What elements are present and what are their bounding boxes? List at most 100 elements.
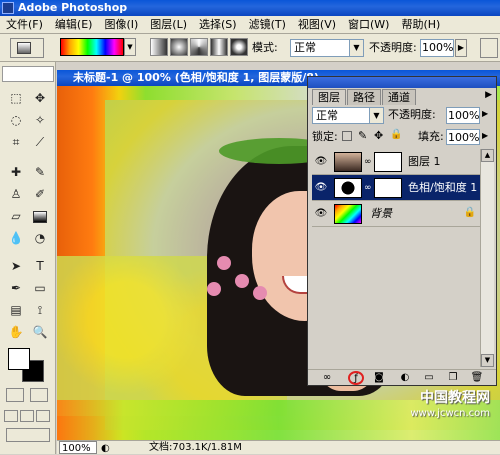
gradient-tool-icon — [17, 42, 31, 54]
eye-icon[interactable]: 👁 — [314, 155, 328, 169]
eraser-tool-icon[interactable]: ▱ — [5, 206, 27, 226]
fill-slider-arrow-icon[interactable]: ▶ — [482, 131, 488, 140]
type-tool-icon[interactable]: T — [29, 256, 51, 276]
eyedropper-tool-icon[interactable]: ⟟ — [29, 300, 51, 320]
layer-style-icon[interactable]: ƒ — [348, 371, 364, 385]
lock-position-icon[interactable]: ✥ — [374, 129, 383, 142]
opacity-slider-arrow-icon[interactable]: ▶ — [482, 109, 488, 118]
tab-layers[interactable]: 图层 — [312, 89, 346, 105]
fill-input[interactable]: 100% — [446, 129, 480, 145]
scroll-up-icon[interactable]: ▲ — [481, 149, 494, 162]
foreground-color-swatch[interactable] — [8, 348, 30, 370]
layer-row-layer1[interactable]: 👁 ∞ 图层 1 — [312, 149, 480, 175]
panel-menu-icon[interactable]: ▶ — [485, 90, 492, 100]
notes-tool-icon[interactable]: ▤ — [5, 300, 27, 320]
opacity-input[interactable]: 100% — [420, 39, 454, 57]
brush-tool-icon[interactable]: ✎ — [29, 162, 51, 182]
angle-gradient-button[interactable] — [190, 38, 208, 56]
diamond-gradient-button[interactable] — [230, 38, 248, 56]
rectangle-tool-icon[interactable]: ▭ — [29, 278, 51, 298]
linear-gradient-button[interactable] — [150, 38, 168, 56]
gradient-tool-icon[interactable] — [29, 206, 51, 226]
blossom — [253, 286, 267, 300]
trash-icon[interactable]: 🗑 — [470, 372, 484, 384]
scroll-down-icon[interactable]: ▼ — [481, 354, 494, 367]
quick-mask-mode-button[interactable] — [30, 388, 48, 402]
dodge-tool-icon[interactable]: ◔ — [29, 228, 51, 248]
layer-opacity-label: 不透明度: — [388, 108, 436, 121]
new-adjustment-layer-icon[interactable]: ◐ — [398, 372, 412, 384]
reverse-checkbox[interactable] — [480, 38, 498, 58]
layer-row-background[interactable]: 👁 背景 🔒 — [312, 201, 480, 227]
layer-name: 图层 1 — [408, 155, 441, 168]
menu-filter[interactable]: 滤镜(T) — [243, 16, 292, 33]
new-group-icon[interactable]: ▭ — [422, 372, 436, 384]
eye-icon[interactable]: 👁 — [314, 181, 328, 195]
menu-layer[interactable]: 图层(L) — [144, 16, 193, 33]
watermark: 中国教程网 www.jcwcn.com — [410, 390, 490, 422]
clone-stamp-tool-icon[interactable]: ♙ — [5, 184, 27, 204]
tool-preset-picker[interactable] — [10, 38, 44, 58]
menu-window[interactable]: 窗口(W) — [342, 16, 395, 33]
lock-image-icon[interactable]: ✎ — [358, 129, 367, 142]
zoom-tool-icon[interactable]: 🔍 — [29, 322, 51, 342]
layer-mask-thumbnail[interactable] — [374, 178, 402, 198]
lasso-tool-icon[interactable]: ◌ — [5, 110, 27, 130]
magic-wand-tool-icon[interactable]: ✧ — [29, 110, 51, 130]
opacity-value: 100% — [422, 41, 454, 54]
lock-label: 锁定: — [312, 130, 338, 143]
blur-tool-icon[interactable]: 💧 — [5, 228, 27, 248]
gradient-dropdown-arrow[interactable]: ▼ — [124, 38, 136, 56]
layer-opacity-value: 100% — [448, 109, 480, 122]
full-screen-mode-button[interactable] — [36, 410, 50, 422]
zoom-field[interactable]: 100% — [59, 441, 97, 454]
standard-screen-mode-button[interactable] — [4, 410, 18, 422]
tab-channels[interactable]: 通道 — [382, 89, 416, 105]
layer-row-hue-saturation[interactable]: 👁 ∞ 色相/饱和度 1 — [312, 175, 480, 201]
radial-gradient-button[interactable] — [170, 38, 188, 56]
blossom — [217, 256, 231, 270]
path-selection-tool-icon[interactable]: ➤ — [5, 256, 27, 276]
move-tool-icon[interactable]: ✥ — [29, 88, 51, 108]
eye-icon[interactable]: 👁 — [314, 207, 328, 221]
menu-edit[interactable]: 编辑(E) — [49, 16, 99, 33]
tab-paths[interactable]: 路径 — [347, 89, 381, 105]
add-mask-icon[interactable]: ◙ — [372, 372, 386, 384]
layers-panel-titlebar[interactable] — [308, 77, 496, 88]
new-layer-icon[interactable]: ❐ — [446, 372, 460, 384]
adjustment-layer-icon — [334, 178, 362, 198]
gradient-picker[interactable] — [60, 38, 124, 56]
healing-brush-tool-icon[interactable]: ✚ — [5, 162, 27, 182]
crop-tool-icon[interactable]: ⌗ — [5, 132, 27, 152]
lock-all-icon[interactable]: 🔒 — [390, 129, 402, 140]
pen-tool-icon[interactable]: ✒ — [5, 278, 27, 298]
layers-panel-footer: ∞ ƒ ◙ ◐ ▭ ❐ 🗑 — [308, 369, 496, 385]
history-brush-tool-icon[interactable]: ✐ — [29, 184, 51, 204]
full-screen-menu-mode-button[interactable] — [20, 410, 34, 422]
standard-mode-button[interactable] — [6, 388, 24, 402]
marquee-tool-icon[interactable]: ⬚ — [5, 88, 27, 108]
layer-thumbnail — [334, 204, 362, 224]
app-titlebar: Adobe Photoshop — [0, 0, 500, 16]
jump-to-imageready-button[interactable] — [6, 428, 50, 442]
layers-scrollbar[interactable]: ▲ ▼ — [480, 149, 494, 367]
blend-mode-select[interactable]: 正常 ▼ — [312, 107, 384, 124]
link-layers-icon[interactable]: ∞ — [320, 372, 334, 384]
slice-tool-icon[interactable]: ⟋ — [29, 132, 51, 152]
menu-view[interactable]: 视图(V) — [292, 16, 342, 33]
mode-select[interactable]: 正常 ▼ — [290, 39, 364, 57]
menu-image[interactable]: 图像(I) — [98, 16, 144, 33]
menu-select[interactable]: 选择(S) — [193, 16, 243, 33]
reflected-gradient-button[interactable] — [210, 38, 228, 56]
menu-help[interactable]: 帮助(H) — [395, 16, 446, 33]
hand-tool-icon[interactable]: ✋ — [5, 322, 27, 342]
blossom — [207, 282, 221, 296]
menu-file[interactable]: 文件(F) — [0, 16, 49, 33]
layer-mask-thumbnail[interactable] — [374, 152, 402, 172]
opacity-slider-arrow[interactable]: ▶ — [455, 39, 467, 57]
feather-logo-icon — [2, 66, 54, 82]
chevron-down-icon: ▼ — [349, 40, 363, 56]
statusbar-menu-icon[interactable]: ◐ — [101, 442, 113, 454]
lock-transparency-icon[interactable] — [342, 131, 352, 141]
layer-opacity-input[interactable]: 100% — [446, 107, 480, 124]
